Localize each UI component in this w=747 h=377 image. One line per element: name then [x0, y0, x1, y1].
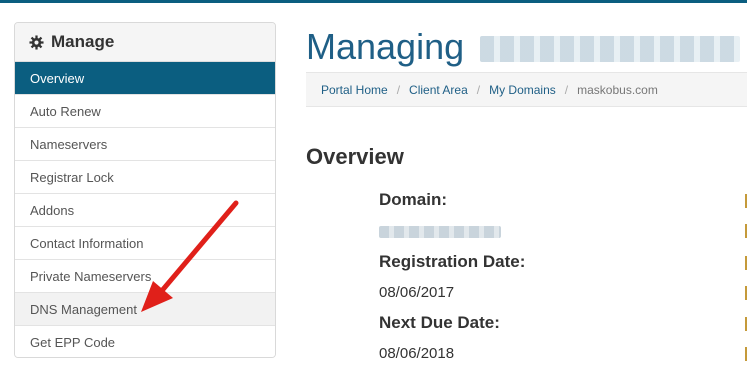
blurred-domain-value — [379, 226, 501, 238]
gear-icon — [29, 34, 44, 50]
manage-sidebar: Manage Overview Auto Renew Nameservers R… — [14, 22, 276, 358]
page-title: Managing — [306, 26, 465, 67]
sidebar-item-private-nameservers[interactable]: Private Nameservers — [15, 260, 275, 293]
breadcrumb-separator: / — [564, 82, 569, 97]
breadcrumb-current: maskobus.com — [577, 82, 658, 97]
breadcrumb: Portal Home / Client Area / My Domains /… — [306, 72, 747, 107]
registration-date-label: Registration Date: — [379, 252, 526, 271]
sidebar-item-dns-management[interactable]: DNS Management — [15, 293, 275, 326]
breadcrumb-client-area[interactable]: Client Area — [409, 83, 468, 97]
next-due-date-value: 08/06/2018 — [379, 345, 455, 362]
sidebar-item-registrar-lock[interactable]: Registrar Lock — [15, 161, 275, 194]
blurred-domain-name — [480, 36, 740, 62]
breadcrumb-separator: / — [396, 82, 401, 97]
breadcrumb-portal-home[interactable]: Portal Home — [321, 83, 388, 97]
next-due-date-label: Next Due Date: — [379, 313, 500, 332]
sidebar-item-label: Private Nameservers — [30, 268, 152, 284]
sidebar-item-label: Nameservers — [30, 136, 108, 152]
registration-date-value: 08/06/2017 — [379, 284, 455, 301]
sidebar-item-nameservers[interactable]: Nameservers — [15, 128, 275, 161]
top-accent-bar — [0, 0, 747, 3]
sidebar-item-label: Addons — [30, 202, 75, 218]
sidebar-item-label: Contact Information — [30, 235, 144, 251]
sidebar-item-contact-information[interactable]: Contact Information — [15, 227, 275, 260]
domain-label: Domain: — [379, 190, 447, 209]
sidebar-item-label: Overview — [30, 70, 85, 86]
overview-heading: Overview — [306, 144, 404, 169]
sidebar-header: Manage — [15, 23, 275, 62]
sidebar-item-label: Get EPP Code — [30, 335, 116, 350]
sidebar-item-addons[interactable]: Addons — [15, 194, 275, 227]
sidebar-item-label: Auto Renew — [30, 103, 101, 119]
breadcrumb-my-domains[interactable]: My Domains — [489, 83, 556, 97]
sidebar-item-label: Registrar Lock — [30, 169, 114, 185]
sidebar-header-title: Manage — [51, 32, 115, 51]
sidebar-item-auto-renew[interactable]: Auto Renew — [15, 95, 275, 128]
sidebar-item-label: DNS Management — [30, 301, 137, 317]
sidebar-item-overview[interactable]: Overview — [15, 62, 275, 95]
breadcrumb-separator: / — [476, 82, 481, 97]
sidebar-item-get-epp-code[interactable]: Get EPP Code — [15, 326, 275, 357]
